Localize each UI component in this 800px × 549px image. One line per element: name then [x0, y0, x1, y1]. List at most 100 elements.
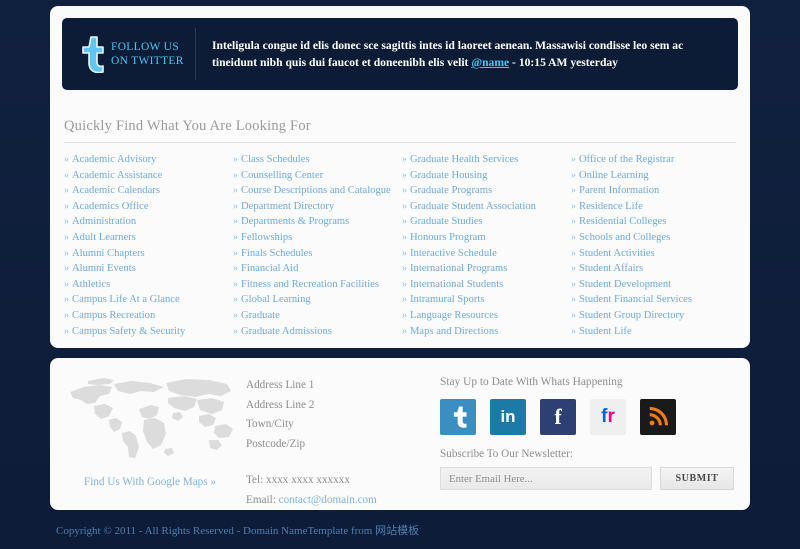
quick-link[interactable]: » Academic Calendars — [64, 183, 233, 199]
flickr-social-button[interactable]: fr — [590, 399, 626, 435]
quick-link[interactable]: » Administration — [64, 214, 233, 230]
quick-link[interactable]: » Departments & Programs — [233, 214, 402, 230]
newsletter-submit-button[interactable]: SUBMIT — [660, 467, 734, 490]
quick-link[interactable]: » International Programs — [402, 261, 571, 277]
twitter-follow-block[interactable]: FOLLOW US ON TWITTER — [62, 28, 196, 80]
quick-link[interactable]: » Interactive Schedule — [402, 246, 571, 262]
quick-link[interactable]: » Graduate Student Association — [402, 199, 571, 215]
quick-link-label: Adult Learners — [72, 231, 136, 243]
quick-link[interactable]: » Student Development — [571, 277, 740, 293]
quick-link[interactable]: » Counselling Center — [233, 168, 402, 184]
quick-link-label: Residence Life — [579, 200, 643, 212]
quick-link[interactable]: » Office of the Registrar — [571, 152, 740, 168]
quick-link[interactable]: » Course Descriptions and Catalogue — [233, 183, 402, 199]
quick-link-label: Campus Recreation — [72, 309, 156, 321]
twitter-social-button[interactable] — [440, 399, 476, 435]
quick-link[interactable]: » Alumni Chapters — [64, 246, 233, 262]
quick-link-label: Academic Calendars — [72, 185, 160, 197]
newsletter-email-input[interactable] — [440, 467, 652, 490]
chevron-right-icon: » — [233, 185, 238, 197]
quick-link[interactable]: » Department Directory — [233, 199, 402, 215]
facebook-social-button[interactable]: f — [540, 399, 576, 435]
chevron-right-icon: » — [64, 247, 69, 259]
quick-link[interactable]: » International Students — [402, 277, 571, 293]
link-column-2: » Class Schedules» Counselling Center» Cour… — [233, 152, 402, 339]
chevron-right-icon: » — [402, 309, 407, 321]
quick-link[interactable]: » Language Resources — [402, 308, 571, 324]
quick-link-label: Class Schedules — [241, 154, 310, 165]
quick-link[interactable]: » Student Activities — [571, 246, 740, 262]
quick-link-label: Finals Schedules — [241, 247, 313, 259]
chevron-right-icon: » — [64, 325, 69, 337]
chevron-right-icon: » — [571, 154, 576, 165]
quick-link[interactable]: » Class Schedules — [233, 152, 402, 168]
quick-link[interactable]: » Campus Recreation — [64, 308, 233, 324]
quick-link-label: Fellowships — [241, 231, 293, 243]
quick-link-label: Interactive Schedule — [410, 247, 497, 259]
chevron-right-icon: » — [402, 154, 407, 165]
quick-link-label: Maps and Directions — [410, 325, 499, 337]
quick-link[interactable]: » Schools and Colleges — [571, 230, 740, 246]
quick-link[interactable]: » Graduate Housing — [402, 168, 571, 184]
quick-link[interactable]: » Maps and Directions — [402, 324, 571, 340]
chevron-right-icon: » — [233, 154, 238, 165]
quick-link[interactable]: » Online Learning — [571, 168, 740, 184]
chevron-right-icon: » — [64, 200, 69, 212]
linkedin-icon: in — [500, 407, 516, 426]
quick-link-label: Athletics — [72, 278, 111, 290]
email-link[interactable]: contact@domain.com — [279, 494, 377, 506]
email-row: Email: contact@domain.com — [246, 491, 418, 511]
chevron-right-icon: » — [402, 263, 407, 275]
page-title: Quickly Find What You Are Looking For — [64, 118, 311, 134]
address-line-2: Address Line 2 — [246, 398, 315, 411]
quick-link[interactable]: » Global Learning — [233, 292, 402, 308]
quick-link[interactable]: » Fellowships — [233, 230, 402, 246]
quick-link[interactable]: » Athletics — [64, 277, 233, 293]
quick-link[interactable]: » Student Life — [571, 324, 740, 340]
chevron-right-icon: » — [233, 247, 238, 259]
quick-link[interactable]: » Graduate Admissions — [233, 324, 402, 340]
quick-link[interactable]: » Graduate Health Services — [402, 152, 571, 168]
twitter-bird-icon — [453, 406, 467, 428]
tweet-handle-link[interactable]: @name — [471, 56, 509, 69]
quick-link[interactable]: » Fitness and Recreation Facilities — [233, 277, 402, 293]
quick-link[interactable]: » Academic Advisory — [64, 152, 233, 168]
chevron-right-icon: » — [402, 247, 407, 259]
quick-link[interactable]: » Academics Office — [64, 199, 233, 215]
quick-link[interactable]: » Student Group Directory — [571, 308, 740, 324]
chevron-right-icon: » — [402, 325, 407, 337]
quick-link[interactable]: » Residence Life — [571, 199, 740, 215]
quick-find-columns: » Academic Advisory» Academic Assistance» A… — [64, 152, 740, 339]
quick-link-label: Graduate Admissions — [241, 325, 332, 337]
telephone-text: Tel: xxxx xxxx xxxxxx — [246, 474, 350, 486]
chevron-right-icon: » — [64, 309, 69, 321]
rss-social-button[interactable] — [640, 399, 676, 435]
quick-link[interactable]: » Graduate Programs — [402, 183, 571, 199]
world-map-icon — [70, 378, 233, 458]
quick-link-label: Alumni Events — [72, 263, 136, 275]
quick-link[interactable]: » Graduate — [233, 308, 402, 324]
quick-link[interactable]: » Honours Program — [402, 230, 571, 246]
quick-link[interactable]: » Campus Life At a Glance — [64, 292, 233, 308]
quick-link[interactable]: » Student Financial Services — [571, 292, 740, 308]
chevron-right-icon: » — [402, 185, 407, 197]
quick-link[interactable]: » Intramural Sports — [402, 292, 571, 308]
quick-link[interactable]: » Financial Aid — [233, 261, 402, 277]
quick-link[interactable]: » Adult Learners — [64, 230, 233, 246]
quick-link[interactable]: » Campus Safety & Security — [64, 324, 233, 340]
chevron-right-icon: » — [233, 200, 238, 212]
linkedin-social-button[interactable]: in — [490, 399, 526, 435]
quick-link-label: Campus Safety & Security — [72, 325, 186, 337]
chevron-right-icon: » — [571, 231, 576, 243]
quick-link[interactable]: » Residential Colleges — [571, 214, 740, 230]
quick-link[interactable]: » Graduate Studies — [402, 214, 571, 230]
facebook-icon: f — [554, 404, 562, 429]
quick-link[interactable]: » Finals Schedules — [233, 246, 402, 262]
quick-link[interactable]: » Student Affairs — [571, 261, 740, 277]
quick-link-label: Honours Program — [410, 231, 486, 243]
google-maps-link[interactable]: Find Us With Google Maps » — [66, 476, 234, 488]
quick-link[interactable]: » Parent Information — [571, 183, 740, 199]
quick-link[interactable]: » Academic Assistance — [64, 168, 233, 184]
quick-link[interactable]: » Alumni Events — [64, 261, 233, 277]
chevron-right-icon: » — [233, 216, 238, 228]
